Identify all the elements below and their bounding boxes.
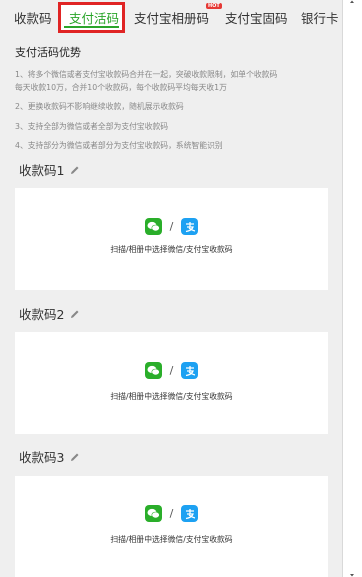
code-heading: 收款码1 [19, 160, 80, 179]
upload-card[interactable]: / 扫描/相册中选择微信/支付宝收款码 [15, 332, 328, 434]
code-title: 收款码1 [19, 163, 65, 178]
hot-badge: HOT [206, 3, 222, 9]
payment-icons: / [15, 505, 328, 522]
advantage-line: 4、支持部分为微信或者部分为支付宝收款码，系统智能识别 [15, 141, 223, 150]
alipay-icon [181, 505, 199, 522]
upload-hint: 扫描/相册中选择微信/支付宝收款码 [110, 535, 233, 544]
upload-hint: 扫描/相册中选择微信/支付宝收款码 [110, 245, 233, 254]
separator-slash: / [169, 507, 174, 520]
code-title: 收款码3 [19, 450, 65, 465]
wechat-icon [144, 505, 162, 522]
active-tab-underline [64, 26, 119, 28]
payment-icons: / [15, 362, 328, 379]
tab-dynamic-code[interactable]: 支付活码 [69, 8, 119, 27]
code-heading: 收款码3 [19, 447, 80, 466]
edit-pencil-icon[interactable] [70, 452, 80, 462]
advantages-title: 支付活码优势 [15, 46, 81, 59]
advantage-line: 1、将多个微信或者支付宝收款码合并在一起，突破收款限制，如单个收款码 [15, 70, 278, 79]
payment-icons: / [15, 218, 328, 235]
alipay-icon [181, 218, 199, 235]
scrollbar[interactable] [349, 0, 355, 577]
upload-card[interactable]: / 扫描/相册中选择微信/支付宝收款码 [15, 476, 328, 577]
edit-pencil-icon[interactable] [70, 165, 80, 175]
edit-pencil-icon[interactable] [70, 309, 80, 319]
separator-slash: / [169, 364, 174, 377]
main-panel: 收款码 支付活码 支付宝相册码 HOT 支付宝固码 银行卡 支付活码优势 1、将… [0, 0, 343, 577]
code-heading: 收款码2 [19, 304, 80, 323]
advantage-line: 3、支持全部为微信或者全部为支付宝收款码 [15, 122, 169, 131]
upload-hint: 扫描/相册中选择微信/支付宝收款码 [110, 392, 233, 401]
code-title: 收款码2 [19, 307, 65, 322]
advantage-line: 2、更换收款码不影响继续收款，随机展示收款码 [15, 102, 184, 111]
tab-bank-card[interactable]: 银行卡 [301, 8, 339, 27]
advantage-line: 每天收款10万，合并10个收款码，每个收款码平均每天收1万 [15, 83, 227, 92]
upload-card[interactable]: / 扫描/相册中选择微信/支付宝收款码 [15, 188, 328, 290]
alipay-icon [181, 362, 199, 379]
tab-receipt-code[interactable]: 收款码 [14, 8, 52, 27]
wechat-icon [144, 218, 162, 235]
tab-alipay-album-code[interactable]: 支付宝相册码 [134, 8, 209, 27]
separator-slash: / [169, 220, 174, 233]
tab-alipay-fixed-code[interactable]: 支付宝固码 [225, 8, 288, 27]
tab-bar: 收款码 支付活码 支付宝相册码 HOT 支付宝固码 银行卡 [0, 0, 342, 34]
wechat-icon [144, 362, 162, 379]
